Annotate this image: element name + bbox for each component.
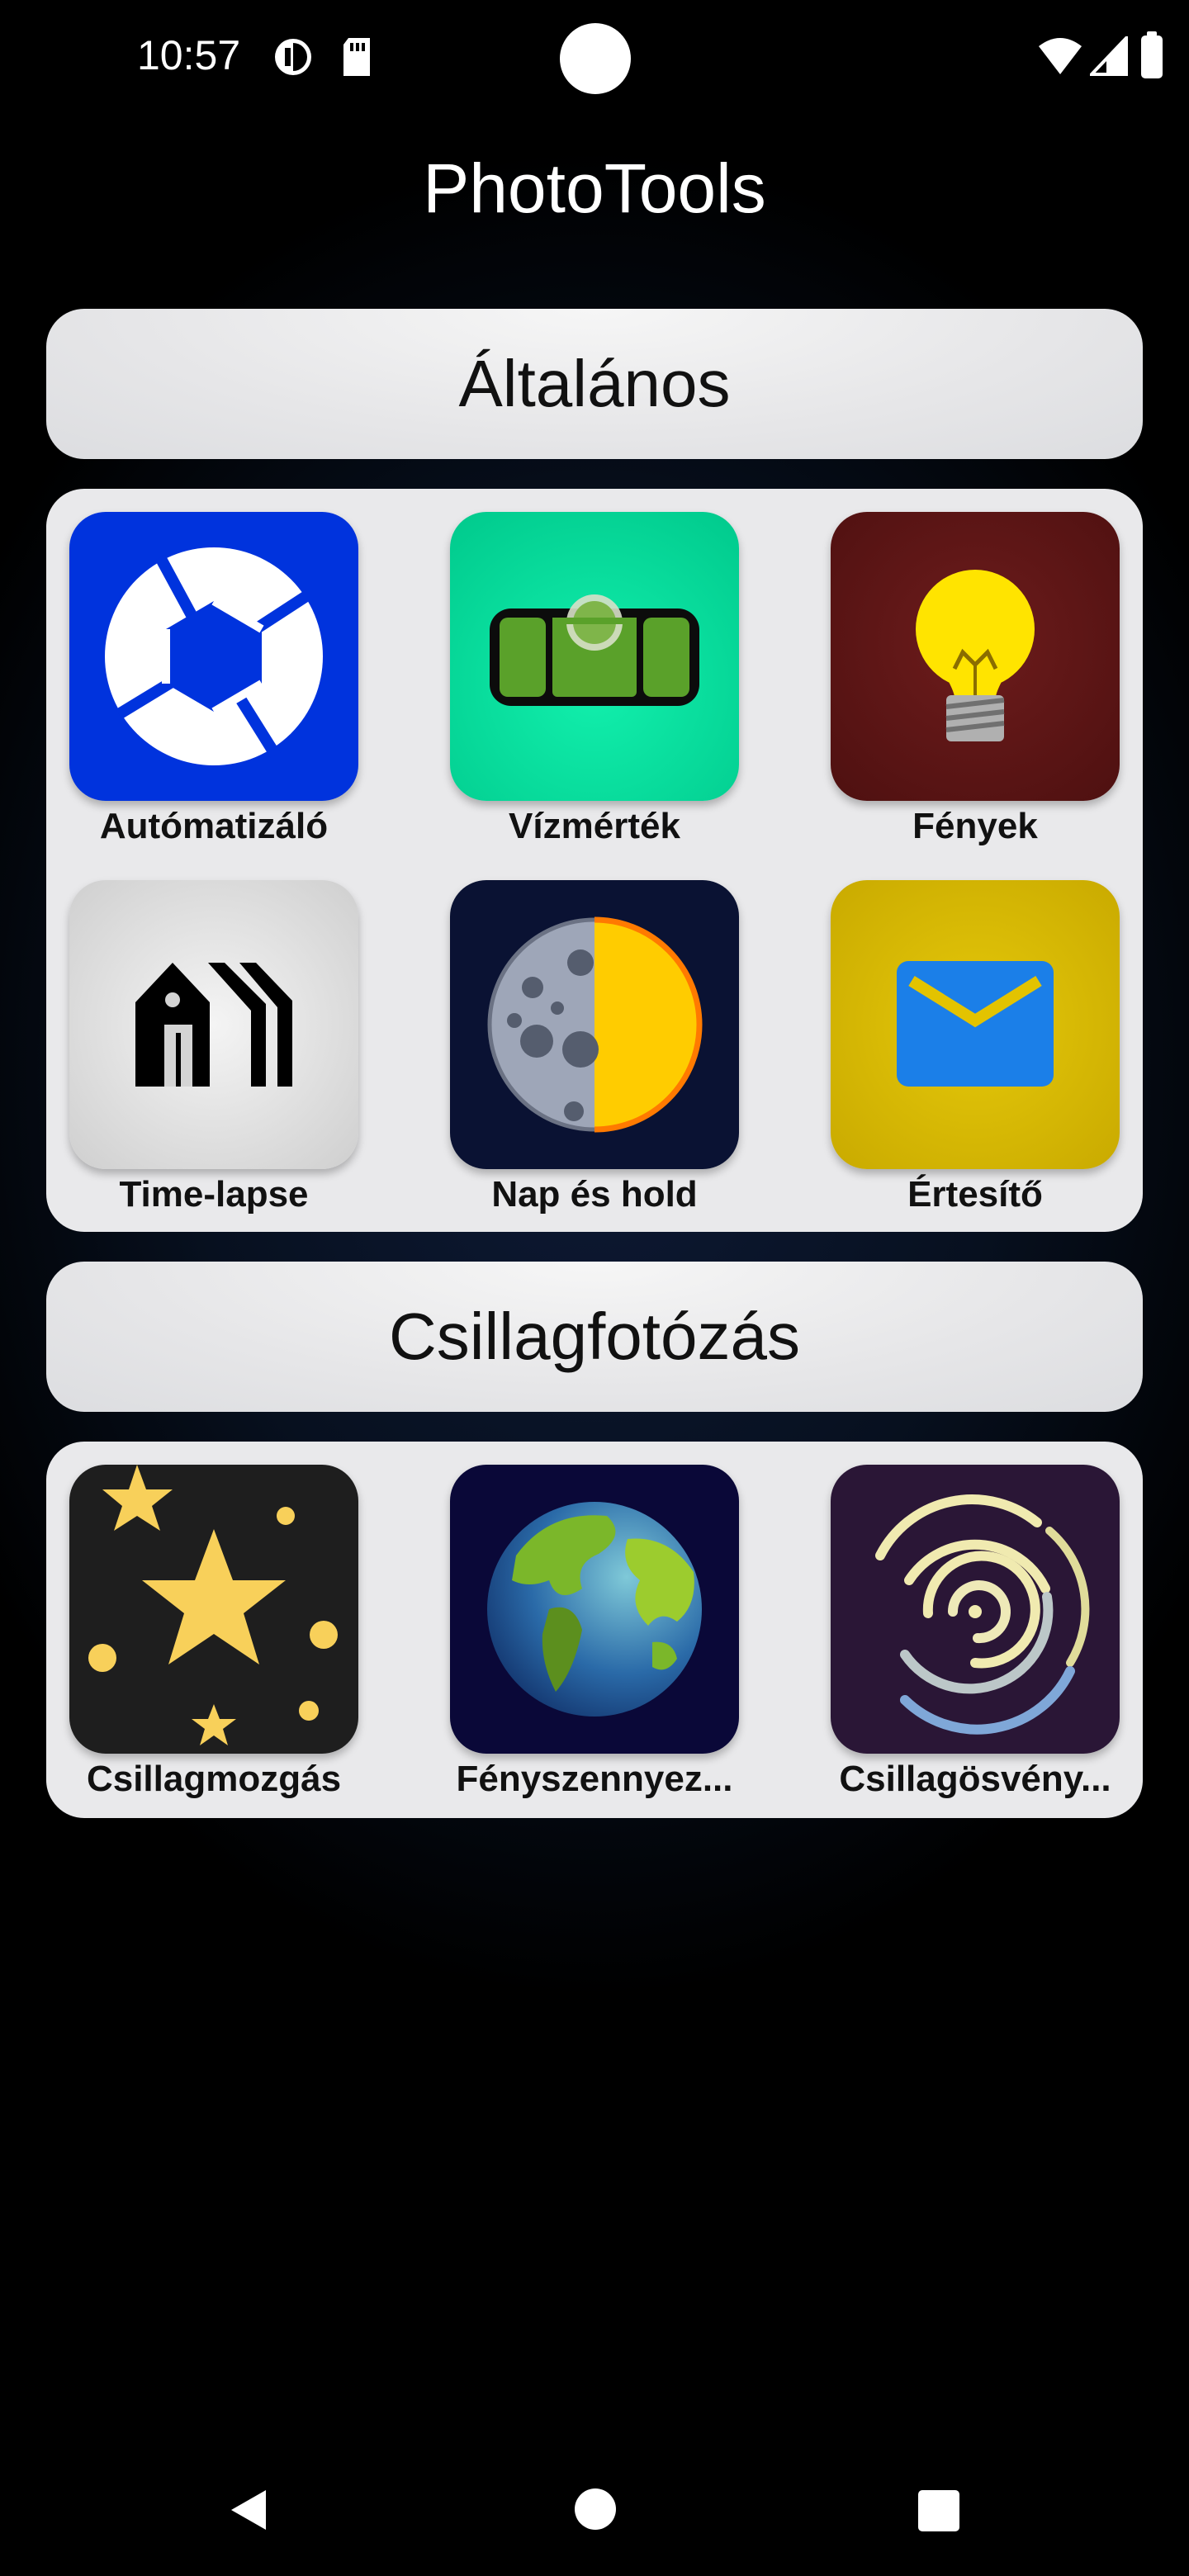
tile-icon-box bbox=[831, 880, 1120, 1169]
tile-icon-box bbox=[69, 512, 358, 801]
tile-icon-box bbox=[450, 1465, 739, 1754]
tile-icon-box bbox=[831, 512, 1120, 801]
data-saver-icon bbox=[275, 39, 311, 75]
tile-fenyek[interactable]: Fények bbox=[831, 512, 1120, 847]
sun-moon-icon bbox=[487, 916, 703, 1133]
tile-ertesito[interactable]: Értesítő bbox=[831, 880, 1120, 1215]
tile-icon-box bbox=[450, 512, 739, 801]
earth-icon bbox=[487, 1502, 702, 1717]
status-time: 10:57 bbox=[137, 32, 241, 78]
section-header-astrophotography: Csillagfotózás bbox=[46, 1262, 1143, 1412]
screen: 10:57 PhotoTools Általános Autómatizáló … bbox=[0, 0, 1189, 2576]
camera-aperture-icon bbox=[105, 547, 323, 765]
tile-icon-box bbox=[69, 1465, 358, 1754]
tile-label: Time-lapse bbox=[119, 1174, 309, 1215]
section-panel-general: Autómatizáló Vízmérték Fények Time-lapse… bbox=[46, 489, 1143, 1232]
lightbulb-icon bbox=[916, 570, 1035, 741]
home-button[interactable] bbox=[573, 2487, 618, 2531]
tile-label: Csillagmozgás bbox=[86, 1759, 342, 1799]
recents-button[interactable] bbox=[917, 2488, 961, 2533]
status-bar: 10:57 bbox=[0, 0, 1189, 116]
tile-label: Autómatizáló bbox=[99, 806, 329, 846]
section-header-general: Általános bbox=[46, 309, 1143, 459]
battery-icon bbox=[1141, 31, 1163, 78]
tile-label: Fényszennyez... bbox=[456, 1759, 733, 1799]
tile-icon-box bbox=[450, 880, 739, 1169]
tile-label: Értesítő bbox=[907, 1174, 1043, 1215]
stars-icon bbox=[88, 1465, 338, 1745]
tile-label: Vízmérték bbox=[509, 806, 680, 846]
tile-fenyszennyezes[interactable]: Fényszennyez... bbox=[450, 1465, 739, 1800]
tile-label: Csillagösvény... bbox=[839, 1759, 1111, 1799]
sd-card-icon bbox=[343, 38, 370, 76]
tile-label: Nap és hold bbox=[491, 1174, 698, 1215]
cellular-signal-icon bbox=[1090, 36, 1128, 76]
front-camera bbox=[560, 23, 631, 94]
section-panel-astrophotography: Csillagmozgás Fényszennyez... Csillagösv… bbox=[46, 1442, 1143, 1818]
tile-time-lapse[interactable]: Time-lapse bbox=[69, 880, 358, 1215]
tile-icon-box bbox=[831, 1465, 1120, 1754]
tile-vizmertek[interactable]: Vízmérték bbox=[450, 512, 739, 847]
tile-csillagosveny[interactable]: Csillagösvény... bbox=[831, 1465, 1120, 1800]
back-button[interactable] bbox=[225, 2485, 274, 2535]
tile-label: Fények bbox=[912, 806, 1038, 846]
app-title: PhotoTools bbox=[423, 149, 766, 227]
tile-csillagmozgas[interactable]: Csillagmozgás bbox=[69, 1465, 358, 1800]
envelope-icon bbox=[897, 961, 1054, 1087]
tile-icon-box bbox=[69, 880, 358, 1169]
system-navigation-bar bbox=[0, 2444, 1189, 2576]
time-lapse-house-icon bbox=[135, 963, 292, 1087]
tile-automatizalo[interactable]: Autómatizáló bbox=[69, 512, 358, 847]
spirit-level-icon bbox=[490, 594, 699, 706]
wifi-icon bbox=[1039, 38, 1082, 74]
star-trails-icon bbox=[875, 1494, 1090, 1735]
tile-nap-es-hold[interactable]: Nap és hold bbox=[450, 880, 739, 1215]
